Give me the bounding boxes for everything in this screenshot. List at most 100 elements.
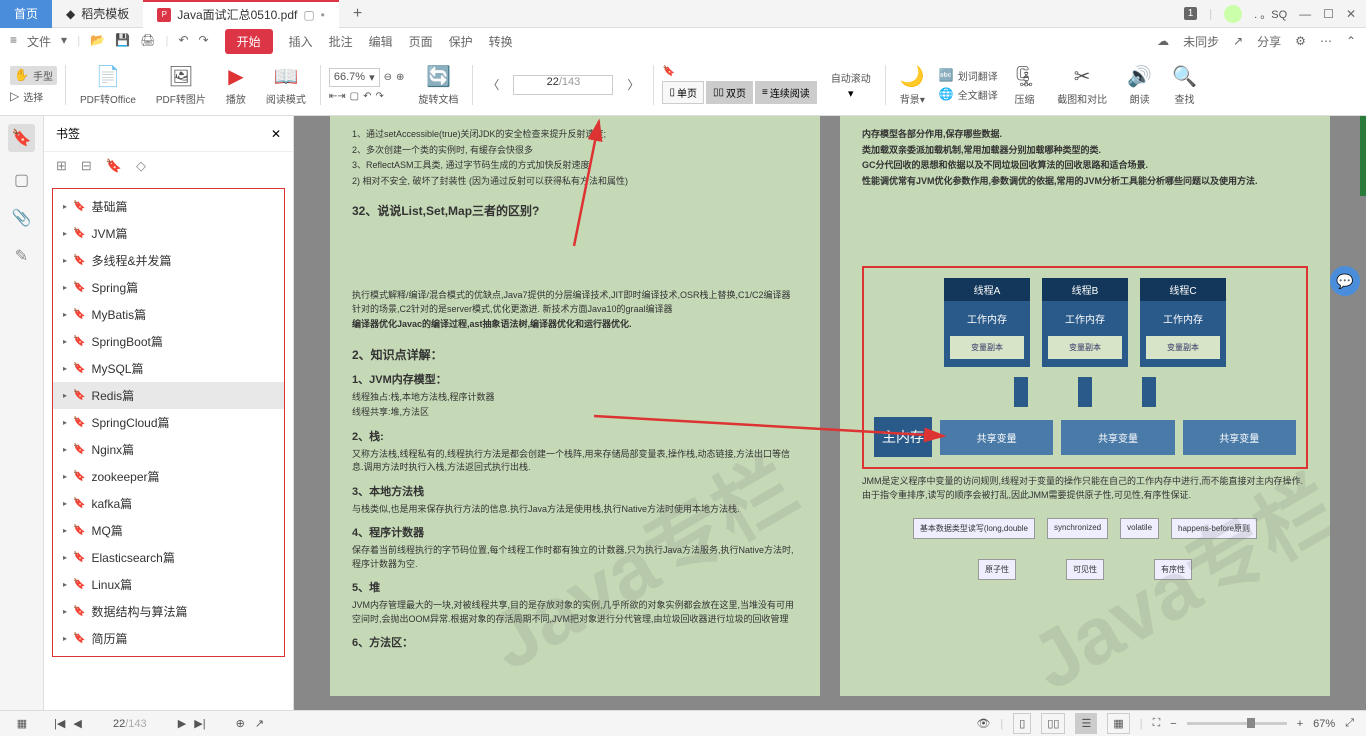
collapse-icon[interactable]: ⌃ [1346,34,1356,48]
menu-start[interactable]: 开始 [225,29,273,54]
compress-tool[interactable]: 🗜压缩 [1006,64,1043,106]
rotate-doc[interactable]: 🔄旋转文档 [412,64,464,106]
tab-template[interactable]: ◆稻壳模板 [52,0,143,28]
print-icon[interactable]: 🖨 [140,33,155,50]
zoom-dropdown[interactable]: 66.7%▾ [329,68,380,87]
attachment-icon[interactable]: 📎 [12,208,32,228]
first-page-icon[interactable]: |◀ [54,717,65,730]
pdf-to-image[interactable]: 🖼PDF转图片 [150,64,212,106]
rotate-left-icon[interactable]: ↶ [363,91,371,102]
tab-home[interactable]: 首页 [0,0,52,28]
thumbnails-icon[interactable]: ▢ [14,170,29,190]
hand-tool[interactable]: ✋手型 [10,66,57,85]
full-translate[interactable]: 🌐全文翻译 [939,87,998,102]
bookmark-item[interactable]: ▸🔖JVM篇 [53,220,284,247]
scrollbar-thumb[interactable] [1360,116,1366,196]
bookmark-item[interactable]: ▸🔖SpringCloud篇 [53,409,284,436]
bookmark-item[interactable]: ▸🔖SpringBoot篇 [53,328,284,355]
bookmark-item[interactable]: ▸🔖Elasticsearch篇 [53,544,284,571]
maximize-button[interactable]: ☐ [1323,7,1334,21]
fit-page-icon[interactable]: ▢ [350,91,359,102]
prev-page[interactable]: 〈 [481,76,505,93]
zoom-in-icon[interactable]: ⊕ [396,72,404,83]
gear-icon[interactable]: ⚙ [1295,34,1306,48]
assistant-float-button[interactable]: 💬 [1330,266,1360,296]
zoom-out-icon[interactable]: ⊖ [384,72,392,83]
fit-icon[interactable]: ⛶ [1153,717,1161,730]
bookmark-item[interactable]: ▸🔖多线程&并发篇 [53,247,284,274]
file-menu[interactable]: 文件 [27,33,51,50]
minimize-button[interactable]: — [1299,7,1311,21]
bookmark-icon[interactable]: 🔖 [662,66,674,77]
zoom-slider[interactable] [1187,722,1287,725]
select-tool[interactable]: ▷选择 [10,89,57,104]
export-icon[interactable]: ↗ [255,717,264,730]
bookmark-item[interactable]: ▸🔖简历篇 [53,625,284,652]
menu-edit[interactable]: 编辑 [369,33,393,50]
bookmark-item[interactable]: ▸🔖MySQL篇 [53,355,284,382]
hamburger-icon[interactable]: ≡ [10,33,17,50]
play-button[interactable]: ▶播放 [220,64,252,106]
prev-page-status[interactable]: ◀ [73,717,81,730]
save-icon[interactable]: 💾 [115,33,130,50]
sidebar-close-icon[interactable]: ✕ [271,127,281,141]
bookmark-item[interactable]: ▸🔖zookeeper篇 [53,463,284,490]
auto-scroll[interactable]: 自动滚动▾ [825,70,877,100]
single-page-view[interactable]: ▯单页 [662,81,704,104]
remove-bookmark-icon[interactable]: ⊟ [81,158,92,174]
bookmark-item[interactable]: ▸🔖数据结构与算法篇 [53,598,284,625]
sync-status[interactable]: 未同步 [1183,33,1219,50]
next-page[interactable]: 〉 [621,76,645,93]
add-bookmark-icon[interactable]: ⊞ [56,158,67,174]
menu-annotate[interactable]: 批注 [329,33,353,50]
bookmark-item[interactable]: ▸🔖Linux篇 [53,571,284,598]
background-tool[interactable]: 🌙背景▾ [894,64,931,106]
more-icon[interactable]: ⋯ [1320,34,1332,48]
undo-icon[interactable]: ↶ [178,33,188,50]
read-mode[interactable]: 📖阅读模式 [260,64,312,106]
bookmark-item[interactable]: ▸🔖Nginx篇 [53,436,284,463]
next-page-status[interactable]: ▶ [178,717,186,730]
pdf-to-office[interactable]: 📄PDF转Office [74,64,142,106]
share-button[interactable]: 分享 [1257,33,1281,50]
fit-width-icon[interactable]: ⇤⇥ [329,91,346,102]
bookmark-item[interactable]: ▸🔖kafka篇 [53,490,284,517]
continuous-view[interactable]: ≡连续阅读 [755,81,817,104]
crop-compare[interactable]: ✂截图和对比 [1051,64,1113,106]
tab-add[interactable]: + [339,0,376,28]
open-icon[interactable]: 📂 [90,33,105,50]
bookmark-item[interactable]: ▸🔖Redis篇 [53,382,284,409]
page-input[interactable]: 22/143 [513,75,613,95]
find-tool[interactable]: 🔍查找 [1166,64,1203,106]
add-page-icon[interactable]: ⊕ [236,717,245,730]
view-continuous[interactable]: ☰ [1075,713,1097,734]
bookmark-item[interactable]: ▸🔖Spring篇 [53,274,284,301]
last-page-icon[interactable]: ▶| [194,717,205,730]
menu-convert[interactable]: 转换 [489,33,513,50]
bookmark-item[interactable]: ▸🔖MQ篇 [53,517,284,544]
tab-active-file[interactable]: P Java面试汇总0510.pdf ▢ • [143,0,339,28]
view-grid[interactable]: ▦ [1107,713,1129,734]
fullscreen-icon[interactable]: ⤢ [1345,717,1354,730]
bookmark-item[interactable]: ▸🔖基础篇 [53,193,284,220]
redo-icon[interactable]: ↷ [199,33,209,50]
word-translate[interactable]: 🔤划词翻译 [939,68,998,83]
rotate-right-icon[interactable]: ↷ [376,91,384,102]
view-double[interactable]: ▯▯ [1041,713,1065,734]
read-aloud[interactable]: 🔊朗读 [1121,64,1158,106]
menu-protect[interactable]: 保护 [449,33,473,50]
menu-page[interactable]: 页面 [409,33,433,50]
menu-insert[interactable]: 插入 [289,33,313,50]
close-button[interactable]: ✕ [1346,7,1356,21]
bookmark-nav-icon[interactable]: 🔖 [106,158,122,174]
double-page-view[interactable]: ▯▯双页 [706,81,753,104]
bookmark-outline-icon[interactable]: ◇ [136,158,146,174]
view-single[interactable]: ▯ [1013,713,1031,734]
notification-badge[interactable]: 1 [1184,7,1198,20]
outline-icon[interactable]: ✎ [15,246,28,266]
tab-screen-icon[interactable]: ▢ [303,8,314,22]
bookmark-item[interactable]: ▸🔖MyBatis篇 [53,301,284,328]
eye-icon[interactable]: 👁 [976,717,990,730]
document-viewport[interactable]: 1、通过setAccessible(true)关闭JDK的安全检查来提升反射速度… [294,116,1366,710]
bookmarks-icon[interactable]: 🔖 [8,124,36,152]
